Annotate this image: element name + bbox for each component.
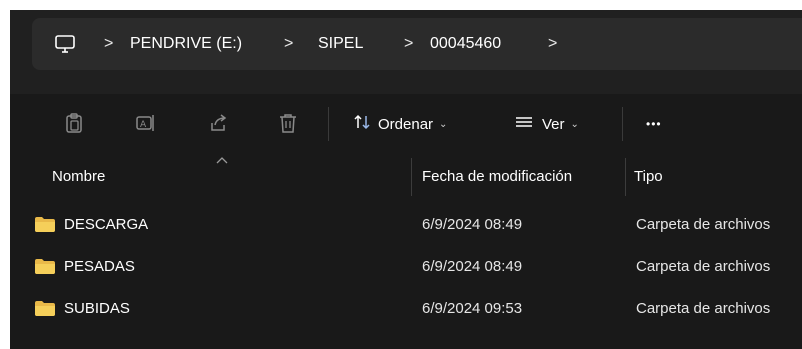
breadcrumb-separator[interactable]: > <box>284 34 293 54</box>
column-header-row: Nombre Fecha de modificación Tipo <box>10 156 802 196</box>
file-type: Carpeta de archivos <box>636 216 771 233</box>
view-icon <box>514 112 534 136</box>
breadcrumb-separator[interactable]: > <box>548 34 557 54</box>
address-bar-area: > PENDRIVE (E:) > SIPEL > 00045460 > <box>10 10 802 94</box>
breadcrumb-item-sipel[interactable]: SIPEL <box>318 34 363 54</box>
file-modified: 6/9/2024 08:49 <box>422 258 523 275</box>
command-bar: A Ordenar ⌄ Ver ⌄ ••• <box>10 95 802 155</box>
sort-button[interactable]: Ordenar ⌄ <box>352 112 447 136</box>
file-type: Carpeta de archivos <box>636 300 771 317</box>
this-pc-icon[interactable] <box>54 33 76 55</box>
file-type: Carpeta de archivos <box>636 258 771 275</box>
file-name: SUBIDAS <box>64 300 130 317</box>
file-row-pesadas[interactable]: PESADAS 6/9/2024 08:49 Carpeta de archiv… <box>10 246 802 286</box>
column-divider[interactable] <box>625 158 626 196</box>
more-options-button[interactable]: ••• <box>646 112 662 136</box>
address-bar[interactable]: > PENDRIVE (E:) > SIPEL > 00045460 > <box>32 18 802 70</box>
sort-ascending-icon <box>216 157 228 164</box>
sort-icon <box>352 112 372 136</box>
column-header-modified[interactable]: Fecha de modificación <box>422 168 572 185</box>
toolbar-divider <box>328 107 329 141</box>
view-button[interactable]: Ver ⌄ <box>514 112 579 136</box>
delete-icon[interactable] <box>276 111 300 135</box>
cut-icon[interactable] <box>10 111 20 135</box>
file-modified: 6/9/2024 08:49 <box>422 216 523 233</box>
folder-icon <box>35 259 55 274</box>
file-row-descarga[interactable]: DESCARGA 6/9/2024 08:49 Carpeta de archi… <box>10 204 802 244</box>
svg-text:A: A <box>140 120 147 130</box>
column-header-type[interactable]: Tipo <box>634 168 663 185</box>
chevron-down-icon: ⌄ <box>439 118 448 130</box>
file-explorer-window: > PENDRIVE (E:) > SIPEL > 00045460 > A O… <box>10 10 802 349</box>
breadcrumb-separator[interactable]: > <box>404 34 413 54</box>
view-label: Ver <box>542 115 565 133</box>
file-name: PESADAS <box>64 258 135 275</box>
folder-icon <box>35 301 55 316</box>
file-name: DESCARGA <box>64 216 149 233</box>
file-row-subidas[interactable]: SUBIDAS 6/9/2024 09:53 Carpeta de archiv… <box>10 288 802 328</box>
sort-label: Ordenar <box>378 115 434 133</box>
rename-icon[interactable]: A <box>134 111 158 135</box>
breadcrumb-item-pendrive[interactable]: PENDRIVE (E:) <box>130 34 242 54</box>
folder-icon <box>35 217 55 232</box>
file-modified: 6/9/2024 09:53 <box>422 300 523 317</box>
breadcrumb-item-folder[interactable]: 00045460 <box>430 34 501 54</box>
breadcrumb-separator[interactable]: > <box>104 34 113 54</box>
chevron-down-icon: ⌄ <box>570 118 579 130</box>
column-header-name[interactable]: Nombre <box>52 168 105 185</box>
share-icon[interactable] <box>206 111 230 135</box>
toolbar-divider <box>622 107 623 141</box>
paste-icon[interactable] <box>62 111 86 135</box>
column-divider[interactable] <box>411 158 412 196</box>
